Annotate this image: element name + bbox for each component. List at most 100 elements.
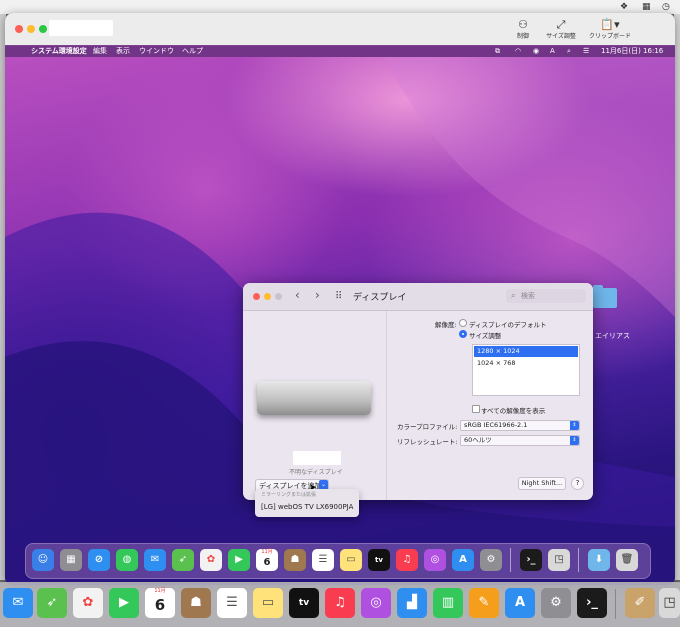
terminal-icon[interactable]: ›_ bbox=[520, 549, 542, 571]
menu-edit[interactable]: 編集 bbox=[93, 45, 107, 57]
calendar-day: 6 bbox=[263, 557, 271, 568]
display-preferences-window: ‹ › ⠿ ディスプレイ ⌕ 検索 不明なディスプレイ ディスプレイを追加 ⌄ … bbox=[243, 283, 593, 517]
clock-icon[interactable]: ◷ bbox=[662, 2, 670, 12]
apple-tv-icon[interactable]: tv bbox=[368, 549, 390, 571]
prefs-zoom-button[interactable] bbox=[275, 293, 282, 300]
prefs-title: ディスプレイ bbox=[353, 293, 407, 303]
contacts-icon[interactable]: ☗ bbox=[284, 549, 306, 571]
control-tool[interactable]: ⚇ 制御 bbox=[511, 18, 535, 41]
zoom-button[interactable] bbox=[39, 25, 47, 33]
host-music-icon[interactable]: ♫ bbox=[325, 588, 355, 618]
host-calendar-month: 11月 bbox=[154, 588, 166, 594]
safari-icon[interactable]: ⊘ bbox=[88, 549, 110, 571]
maps-icon[interactable]: ➶ bbox=[172, 549, 194, 571]
preview-icon[interactable]: ◳ bbox=[548, 549, 570, 571]
messages-icon[interactable]: ◍ bbox=[116, 549, 138, 571]
downloads-folder-icon[interactable]: ⬇ bbox=[588, 549, 610, 571]
prefs-minimize-button[interactable] bbox=[264, 293, 271, 300]
wifi-icon[interactable]: ◠ bbox=[515, 45, 521, 57]
dropdown-header: ミラーリングまたは拡張 bbox=[261, 492, 317, 498]
show-all-grid-icon[interactable]: ⠿ bbox=[335, 291, 342, 302]
host-calendar-icon[interactable]: 11月 6 bbox=[145, 588, 175, 618]
prefs-close-button[interactable] bbox=[253, 293, 260, 300]
host-terminal-icon[interactable]: ›_ bbox=[577, 588, 607, 618]
back-icon[interactable]: ‹ bbox=[295, 288, 300, 302]
alias-folder-icon[interactable] bbox=[593, 285, 617, 308]
host-system-preferences-icon[interactable]: ⚙ bbox=[541, 588, 571, 618]
resize-label: サイズ調整 bbox=[546, 33, 576, 40]
mac-mini-image bbox=[257, 381, 371, 415]
host-keynote-icon[interactable]: ▟ bbox=[397, 588, 427, 618]
host-notes-icon[interactable]: ▭ bbox=[253, 588, 283, 618]
resolution-label: 解像度: bbox=[435, 321, 457, 329]
close-button[interactable] bbox=[15, 25, 23, 33]
reminders-icon[interactable]: ☰ bbox=[312, 549, 334, 571]
finder-icon[interactable]: ☺ bbox=[32, 549, 54, 571]
show-all-checkbox[interactable] bbox=[472, 405, 480, 413]
dropbox-icon[interactable]: ❖ bbox=[620, 2, 628, 12]
dropdown-item-lg-tv[interactable]: [LG] webOS TV LX6900PJA bbox=[261, 503, 353, 511]
app-store-icon[interactable]: A bbox=[452, 549, 474, 571]
radio-default[interactable] bbox=[459, 319, 467, 327]
host-apple-tv-icon[interactable]: tv bbox=[289, 588, 319, 618]
calendar-month: 11月 bbox=[261, 549, 273, 555]
resize-icon: ⤢ bbox=[556, 18, 566, 31]
refresh-rate-select[interactable]: 60ヘルツ ⇕ bbox=[460, 435, 580, 446]
host-reminders-icon[interactable]: ☰ bbox=[217, 588, 247, 618]
resolution-list[interactable]: 1280 × 1024 1024 × 768 bbox=[472, 344, 580, 396]
host-photos-icon[interactable]: ✿ bbox=[73, 588, 103, 618]
host-contacts-icon[interactable]: ☗ bbox=[181, 588, 211, 618]
resize-tool[interactable]: ⤢ サイズ調整 bbox=[541, 18, 581, 41]
refresh-rate-value: 60ヘルツ bbox=[464, 436, 492, 444]
search-icon: ⌕ bbox=[511, 291, 516, 300]
help-button[interactable]: ? bbox=[571, 477, 584, 490]
photos-icon[interactable]: ✿ bbox=[200, 549, 222, 571]
notes-icon[interactable]: ▭ bbox=[340, 549, 362, 571]
host-mail-icon[interactable]: ✉ bbox=[3, 588, 33, 618]
clipboard-tool[interactable]: 📋▾ クリップボード bbox=[585, 18, 635, 41]
host-preview-icon[interactable]: ◳ bbox=[659, 588, 680, 618]
input-source-icon[interactable]: A bbox=[550, 45, 555, 57]
launchpad-icon[interactable]: ▦ bbox=[60, 549, 82, 571]
control-center-icon[interactable]: ☰ bbox=[583, 45, 589, 57]
menu-view[interactable]: 表示 bbox=[116, 45, 130, 57]
system-preferences-icon[interactable]: ⚙ bbox=[480, 549, 502, 571]
resolution-option[interactable]: 1280 × 1024 bbox=[474, 346, 578, 357]
radio-scaled-label[interactable]: サイズ調整 bbox=[469, 330, 501, 340]
resolution-option[interactable]: 1024 × 768 bbox=[474, 358, 578, 369]
music-icon[interactable]: ♫ bbox=[396, 549, 418, 571]
control-icon: ⚇ bbox=[518, 18, 528, 31]
night-shift-button[interactable]: Night Shift... bbox=[518, 477, 566, 490]
facetime-icon[interactable]: ▶ bbox=[228, 549, 250, 571]
podcasts-icon[interactable]: ◎ bbox=[424, 549, 446, 571]
host-podcasts-icon[interactable]: ◎ bbox=[361, 588, 391, 618]
menu-help[interactable]: ヘルプ bbox=[182, 45, 203, 57]
host-facetime-icon[interactable]: ▶ bbox=[109, 588, 139, 618]
forward-icon[interactable]: › bbox=[315, 288, 320, 302]
host-pages-icon[interactable]: ✎ bbox=[469, 588, 499, 618]
radio-scaled[interactable] bbox=[459, 330, 467, 338]
display-mirror-icon[interactable]: ⧉ bbox=[495, 45, 500, 57]
user-icon[interactable]: ◉ bbox=[533, 45, 539, 57]
grid-icon[interactable]: ▦ bbox=[642, 2, 651, 12]
mail-icon[interactable]: ✉ bbox=[144, 549, 166, 571]
window-titlebar: ⚇ 制御 ⤢ サイズ調整 📋▾ クリップボード bbox=[5, 13, 675, 46]
color-profile-select[interactable]: sRGB IEC61966-2.1 ⇕ bbox=[460, 420, 580, 431]
radio-default-label[interactable]: ディスプレイのデフォルト bbox=[469, 319, 547, 329]
host-script-editor-icon[interactable]: ✐ bbox=[625, 588, 655, 618]
alias-folder-label[interactable]: エイリアス bbox=[595, 331, 630, 341]
host-app-store-icon[interactable]: A bbox=[505, 588, 535, 618]
calendar-icon[interactable]: 11月 6 bbox=[256, 549, 278, 571]
trash-icon[interactable]: 🗑 bbox=[616, 549, 638, 571]
clipboard-icon: 📋▾ bbox=[600, 18, 620, 31]
remote-dock: ☺ ▦ ⊘ ◍ ✉ ➶ ✿ ▶ 11月 6 ☗ ☰ ▭ tv ♫ ◎ A ⚙ ›… bbox=[25, 543, 651, 579]
host-maps-icon[interactable]: ➶ bbox=[37, 588, 67, 618]
show-all-label[interactable]: すべての解像度を表示 bbox=[481, 405, 545, 415]
menu-window[interactable]: ウインドウ bbox=[139, 45, 174, 57]
minimize-button[interactable] bbox=[27, 25, 35, 33]
menu-system-preferences[interactable]: システム環境設定 bbox=[31, 45, 87, 57]
host-numbers-icon[interactable]: ▥ bbox=[433, 588, 463, 618]
menubar-clock[interactable]: 11月6日(日) 16:16 bbox=[601, 45, 663, 57]
spotlight-icon[interactable]: ⌕ bbox=[567, 45, 571, 57]
search-input[interactable]: ⌕ 検索 bbox=[506, 289, 586, 303]
